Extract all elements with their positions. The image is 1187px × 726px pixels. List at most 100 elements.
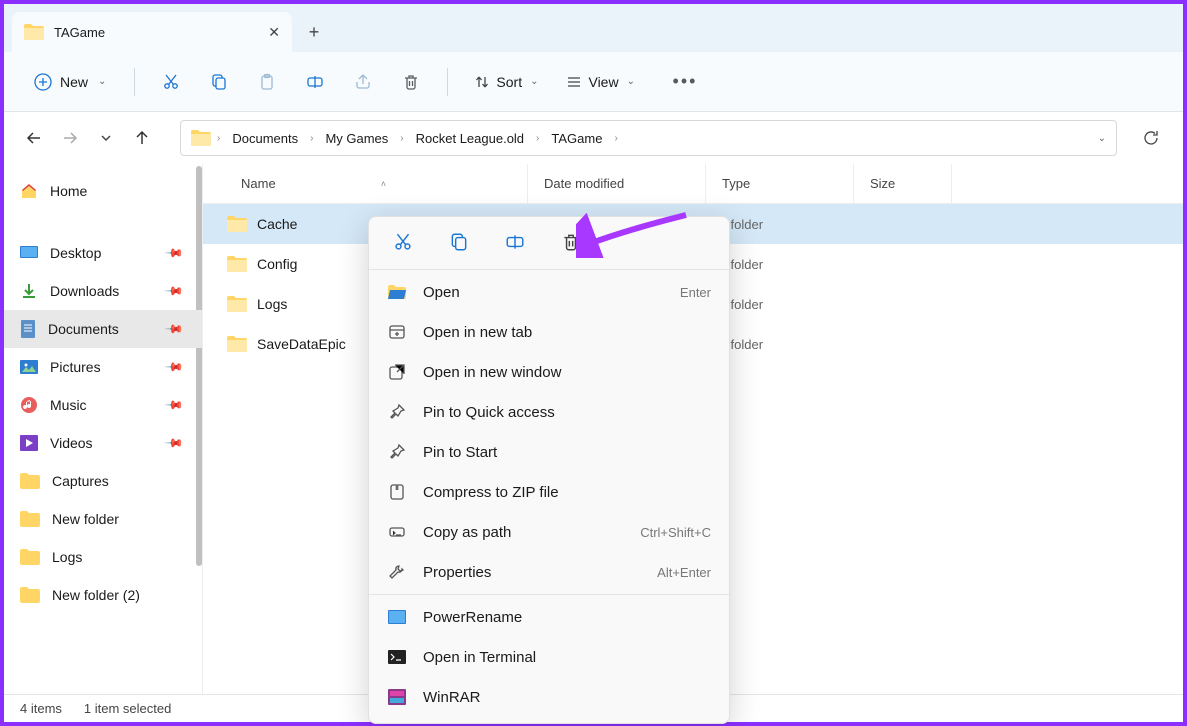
toolbar: New ⌄ Sort ⌄ View ⌄ ••• — [4, 52, 1183, 112]
folder-icon — [227, 296, 247, 312]
folder-icon — [20, 587, 40, 603]
ctx-terminal[interactable]: Open in Terminal — [369, 637, 729, 677]
chevron-right-icon: › — [308, 133, 315, 144]
sort-indicator-icon: ˄ — [381, 179, 386, 189]
ctx-cut-button[interactable] — [389, 228, 417, 256]
back-button[interactable] — [18, 122, 50, 154]
ctx-rename-button[interactable] — [501, 228, 529, 256]
sidebar-item-newfolder[interactable]: New folder — [4, 500, 202, 538]
folder-open-icon — [387, 282, 407, 302]
paste-button[interactable] — [247, 62, 287, 102]
scissors-icon — [393, 232, 413, 252]
refresh-button[interactable] — [1133, 120, 1169, 156]
ctx-copy-path[interactable]: Copy as pathCtrl+Shift+C — [369, 512, 729, 552]
ctx-open-tab[interactable]: Open in new tab — [369, 312, 729, 352]
videos-icon — [20, 435, 38, 451]
rename-button[interactable] — [295, 62, 335, 102]
refresh-icon — [1142, 129, 1160, 147]
ctx-open[interactable]: OpenEnter — [369, 272, 729, 312]
context-menu: OpenEnter Open in new tab Open in new wi… — [368, 216, 730, 724]
forward-button[interactable] — [54, 122, 86, 154]
clipboard-icon — [258, 73, 276, 91]
ctx-pin-qa[interactable]: Pin to Quick access — [369, 392, 729, 432]
header-date[interactable]: Date modified — [528, 164, 706, 203]
copy-icon — [210, 73, 228, 91]
cut-button[interactable] — [151, 62, 191, 102]
pin-icon: 📌 — [164, 433, 184, 453]
ctx-pin-start[interactable]: Pin to Start — [369, 432, 729, 472]
sidebar-item-documents[interactable]: Documents📌 — [4, 310, 202, 348]
rename-icon — [306, 73, 324, 91]
close-tab-icon[interactable]: ✕ — [268, 24, 280, 41]
sidebar-item-desktop[interactable]: Desktop📌 — [4, 234, 202, 272]
pin-icon: 📌 — [164, 281, 184, 301]
rename-icon — [505, 232, 525, 252]
share-button[interactable] — [343, 62, 383, 102]
tab-folder[interactable]: TAGame ✕ — [12, 12, 292, 52]
navigation-row: › Documents › My Games › Rocket League.o… — [4, 112, 1183, 164]
ctx-properties[interactable]: PropertiesAlt+Enter — [369, 552, 729, 592]
header-type[interactable]: Type — [706, 164, 854, 203]
breadcrumb-segment[interactable]: Rocket League.old — [410, 127, 530, 150]
home-icon — [20, 182, 38, 200]
view-button[interactable]: View ⌄ — [556, 68, 644, 96]
status-selected: 1 item selected — [84, 701, 171, 716]
ctx-powerrename[interactable]: PowerRename — [369, 597, 729, 637]
sidebar-item-logs[interactable]: Logs — [4, 538, 202, 576]
desktop-icon — [20, 246, 38, 260]
sort-button[interactable]: Sort ⌄ — [464, 68, 548, 96]
column-headers: Name˄ Date modified Type Size — [203, 164, 1183, 204]
more-button[interactable]: ••• — [665, 62, 705, 102]
header-size[interactable]: Size — [854, 164, 952, 203]
chevron-right-icon: › — [398, 133, 405, 144]
new-tab-icon — [387, 322, 407, 342]
plus-circle-icon — [34, 73, 52, 91]
sidebar-item-downloads[interactable]: Downloads📌 — [4, 272, 202, 310]
new-button[interactable]: New ⌄ — [22, 67, 118, 97]
sort-icon — [474, 74, 490, 90]
recent-button[interactable] — [90, 122, 122, 154]
header-name[interactable]: Name˄ — [203, 164, 528, 203]
folder-icon — [20, 549, 40, 565]
sidebar-item-newfolder2[interactable]: New folder (2) — [4, 576, 202, 614]
chevron-right-icon: › — [534, 133, 541, 144]
chevron-down-icon: ⌄ — [530, 76, 538, 87]
sidebar-item-pictures[interactable]: Pictures📌 — [4, 348, 202, 386]
view-icon — [566, 74, 582, 90]
folder-icon — [20, 511, 40, 527]
ctx-open-window[interactable]: Open in new window — [369, 352, 729, 392]
trash-icon — [561, 232, 581, 252]
ctx-copy-button[interactable] — [445, 228, 473, 256]
chevron-right-icon: › — [612, 133, 619, 144]
chevron-down-icon[interactable]: ⌄ — [1098, 133, 1106, 144]
address-bar[interactable]: › Documents › My Games › Rocket League.o… — [180, 120, 1117, 156]
sidebar-item-captures[interactable]: Captures — [4, 462, 202, 500]
delete-button[interactable] — [391, 62, 431, 102]
new-tab-button[interactable]: + — [292, 12, 336, 52]
ctx-winrar[interactable]: WinRAR — [369, 677, 729, 717]
terminal-icon — [387, 647, 407, 667]
sidebar: Home Desktop📌 Downloads📌 Documents📌 Pict… — [4, 164, 202, 694]
path-icon — [387, 522, 407, 542]
sidebar-item-home[interactable]: Home — [4, 172, 202, 210]
zip-icon — [387, 482, 407, 502]
music-icon — [20, 396, 38, 414]
pin-icon — [387, 442, 407, 462]
ctx-delete-button[interactable] — [557, 228, 585, 256]
new-window-icon — [387, 362, 407, 382]
pin-icon — [387, 402, 407, 422]
tab-title: TAGame — [54, 25, 105, 40]
pin-icon: 📌 — [164, 357, 184, 377]
wrench-icon — [387, 562, 407, 582]
breadcrumb-segment[interactable]: Documents — [226, 127, 304, 150]
folder-icon — [227, 336, 247, 352]
powerrename-icon — [387, 607, 407, 627]
breadcrumb-segment[interactable]: My Games — [319, 127, 394, 150]
up-button[interactable] — [126, 122, 158, 154]
pictures-icon — [20, 360, 38, 374]
ctx-zip[interactable]: Compress to ZIP file — [369, 472, 729, 512]
breadcrumb-segment[interactable]: TAGame — [545, 127, 608, 150]
copy-button[interactable] — [199, 62, 239, 102]
sidebar-item-music[interactable]: Music📌 — [4, 386, 202, 424]
sidebar-item-videos[interactable]: Videos📌 — [4, 424, 202, 462]
